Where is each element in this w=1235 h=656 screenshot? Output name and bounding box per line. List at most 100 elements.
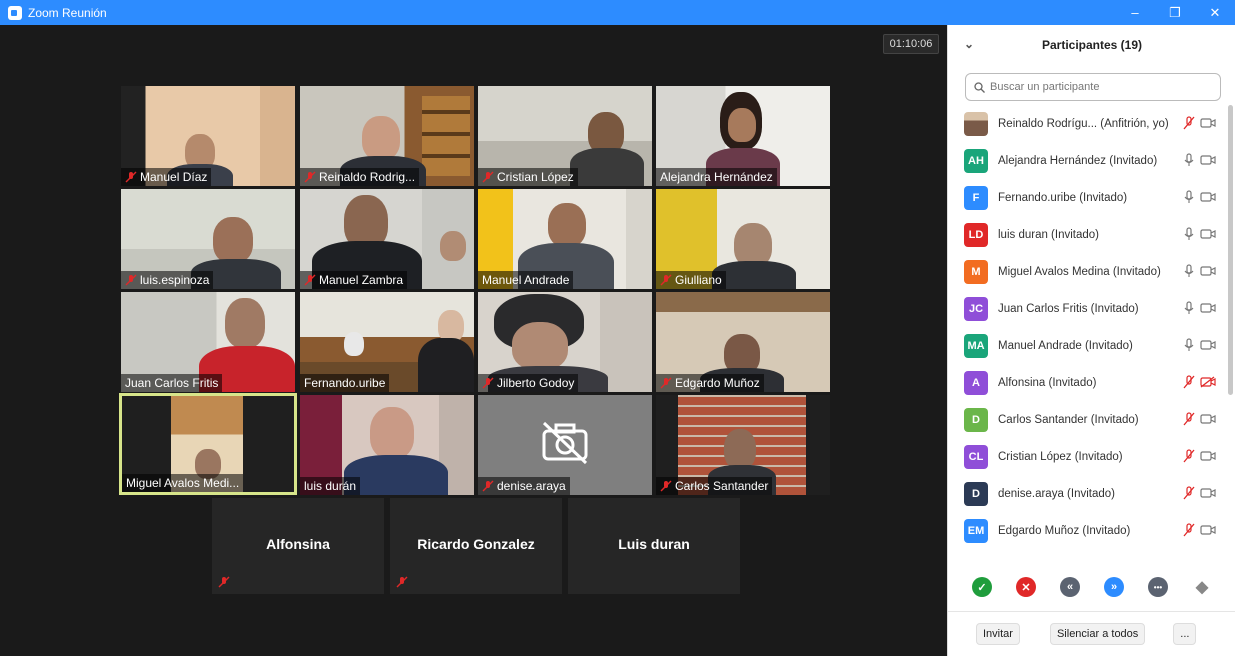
mic-icon[interactable] (1182, 264, 1196, 278)
mic-icon[interactable] (1182, 338, 1196, 352)
participant-row[interactable]: CL Cristian López (Invitado) (948, 438, 1228, 475)
avatar: F (964, 185, 988, 210)
video-tile[interactable]: Manuel Andrade (478, 189, 652, 289)
mic-icon[interactable] (1182, 190, 1196, 204)
camera-icon[interactable] (1200, 524, 1216, 536)
video-tile-active-speaker[interactable]: Miguel Avalos Medi... (119, 393, 297, 495)
participant-row[interactable]: JC Juan Carlos Fritis (Invitado) (948, 290, 1228, 327)
mic-muted-icon (396, 576, 408, 588)
camera-icon[interactable] (1200, 117, 1216, 129)
close-button[interactable]: ✕ (1195, 0, 1235, 25)
participant-name-label: Edgardo Muñoz (656, 374, 764, 392)
video-tile[interactable]: Jilberto Godoy (478, 292, 652, 392)
camera-icon[interactable] (1200, 302, 1216, 314)
video-tile[interactable]: Juan Carlos Fritis (121, 292, 295, 392)
participant-row[interactable]: Ddenise.araya (Invitado) (948, 475, 1228, 512)
clear-icon[interactable]: ◆ (1192, 577, 1212, 597)
participant-name-label: Giulliano (656, 271, 726, 289)
avatar: LD (964, 222, 988, 247)
video-tile[interactable]: Carlos Santander (656, 395, 830, 495)
participant-list: Reinaldo Rodrígu... (Anfitrión, yo) AH Ale… (948, 105, 1228, 565)
avatar: JC (964, 296, 988, 321)
participant-row[interactable]: LD luis duran (Invitado) (948, 216, 1228, 253)
camera-off-icon (542, 421, 588, 465)
participant-row[interactable]: A Alfonsina (Invitado) (948, 364, 1228, 401)
avatar: EM (964, 518, 988, 543)
more-icon[interactable]: ••• (1148, 577, 1168, 597)
avatar: D (964, 481, 988, 506)
mic-muted-icon[interactable] (1182, 375, 1196, 389)
mute-all-button[interactable]: Silenciar a todos (1049, 623, 1146, 645)
camera-icon[interactable] (1200, 339, 1216, 351)
participant-name: Alejandra Hernández (Invitado) (998, 154, 1158, 167)
video-tile[interactable]: Giulliano (656, 189, 830, 289)
participants-panel: ⌄ Participantes (19) Buscar un participa… (947, 25, 1235, 656)
mic-muted-icon (482, 377, 494, 389)
camera-icon[interactable] (1200, 413, 1216, 425)
camera-icon[interactable] (1200, 487, 1216, 499)
participant-name: Ricardo Gonzalez (417, 536, 535, 552)
mic-muted-icon[interactable] (1182, 449, 1196, 463)
restore-button[interactable]: ❐ (1155, 0, 1195, 25)
participant-name-label: Fernando.uribe (300, 374, 390, 392)
camera-icon[interactable] (1200, 191, 1216, 203)
participant-name: Fernando.uribe (Invitado) (998, 191, 1128, 204)
mic-muted-icon (660, 274, 672, 286)
video-tile[interactable]: Fernando.uribe (300, 292, 474, 392)
participant-name: Juan Carlos Fritis (Invitado) (998, 302, 1139, 315)
mic-icon[interactable] (1182, 153, 1196, 167)
mic-muted-icon[interactable] (1182, 412, 1196, 426)
participant-name-label: Jilberto Godoy (478, 374, 579, 392)
participant-name: Miguel Avalos Medina (Invitado) (998, 265, 1161, 278)
name-only-tile[interactable]: Ricardo Gonzalez (390, 498, 562, 594)
participant-name: Luis duran (618, 536, 690, 552)
mic-muted-icon[interactable] (1182, 523, 1196, 537)
name-only-tile[interactable]: Luis duran (568, 498, 740, 594)
participant-list-scrollbar[interactable] (1228, 105, 1233, 395)
mic-muted-icon (304, 171, 316, 183)
search-input[interactable]: Buscar un participante (965, 73, 1221, 101)
minimize-button[interactable]: – (1115, 0, 1155, 25)
slower-icon[interactable]: « (1060, 577, 1080, 597)
x-icon[interactable]: ✕ (1016, 577, 1036, 597)
chevron-down-icon[interactable]: ⌄ (964, 37, 974, 51)
zoom-icon (8, 5, 22, 20)
mic-muted-icon (660, 377, 672, 389)
participant-name: denise.araya (Invitado) (998, 487, 1115, 500)
panel-title: Participantes (19) (1041, 38, 1143, 52)
more-options-button[interactable]: ... (1173, 623, 1197, 645)
participant-row[interactable]: EM Edgardo Muñoz (Invitado) (948, 512, 1228, 549)
camera-icon[interactable] (1200, 265, 1216, 277)
faster-icon[interactable]: » (1104, 577, 1124, 597)
avatar: MA (964, 333, 988, 358)
participant-row[interactable]: MA Manuel Andrade (Invitado) (948, 327, 1228, 364)
check-icon[interactable]: ✓ (972, 577, 992, 597)
mic-muted-icon[interactable] (1182, 116, 1196, 130)
participant-row[interactable]: D Carlos Santander (Invitado) (948, 401, 1228, 438)
participant-name-label: Juan Carlos Fritis (121, 374, 223, 392)
video-tile[interactable]: luis durán (300, 395, 474, 495)
video-tile[interactable]: Alejandra Hernández (656, 86, 830, 186)
name-only-tile[interactable]: Alfonsina (212, 498, 384, 594)
video-tile[interactable]: Reinaldo Rodrig... (300, 86, 474, 186)
camera-icon[interactable] (1200, 154, 1216, 166)
video-tile[interactable]: Edgardo Muñoz (656, 292, 830, 392)
participant-row[interactable]: Reinaldo Rodrígu... (Anfitrión, yo) (948, 105, 1228, 142)
mic-muted-icon[interactable] (1182, 486, 1196, 500)
video-tile[interactable]: Manuel Zambra (300, 189, 474, 289)
participant-row[interactable]: M Miguel Avalos Medina (Invitado) (948, 253, 1228, 290)
camera-icon[interactable] (1200, 450, 1216, 462)
mic-icon[interactable] (1182, 227, 1196, 241)
mic-icon[interactable] (1182, 301, 1196, 315)
participant-row[interactable]: F Fernando.uribe (Invitado) (948, 179, 1228, 216)
video-tile[interactable]: Manuel Díaz (121, 86, 295, 186)
video-tile[interactable]: luis.espinoza (121, 189, 295, 289)
video-tile-camera-off[interactable]: denise.araya (478, 395, 652, 495)
camera-icon[interactable] (1200, 228, 1216, 240)
participant-name-label: Manuel Zambra (300, 271, 408, 289)
participant-row[interactable]: AH Alejandra Hernández (Invitado) (948, 142, 1228, 179)
video-tile[interactable]: Cristian López (478, 86, 652, 186)
invite-button[interactable]: Invitar (976, 623, 1020, 645)
participant-name: luis duran (Invitado) (998, 228, 1099, 241)
camera-off-icon[interactable] (1200, 376, 1216, 388)
